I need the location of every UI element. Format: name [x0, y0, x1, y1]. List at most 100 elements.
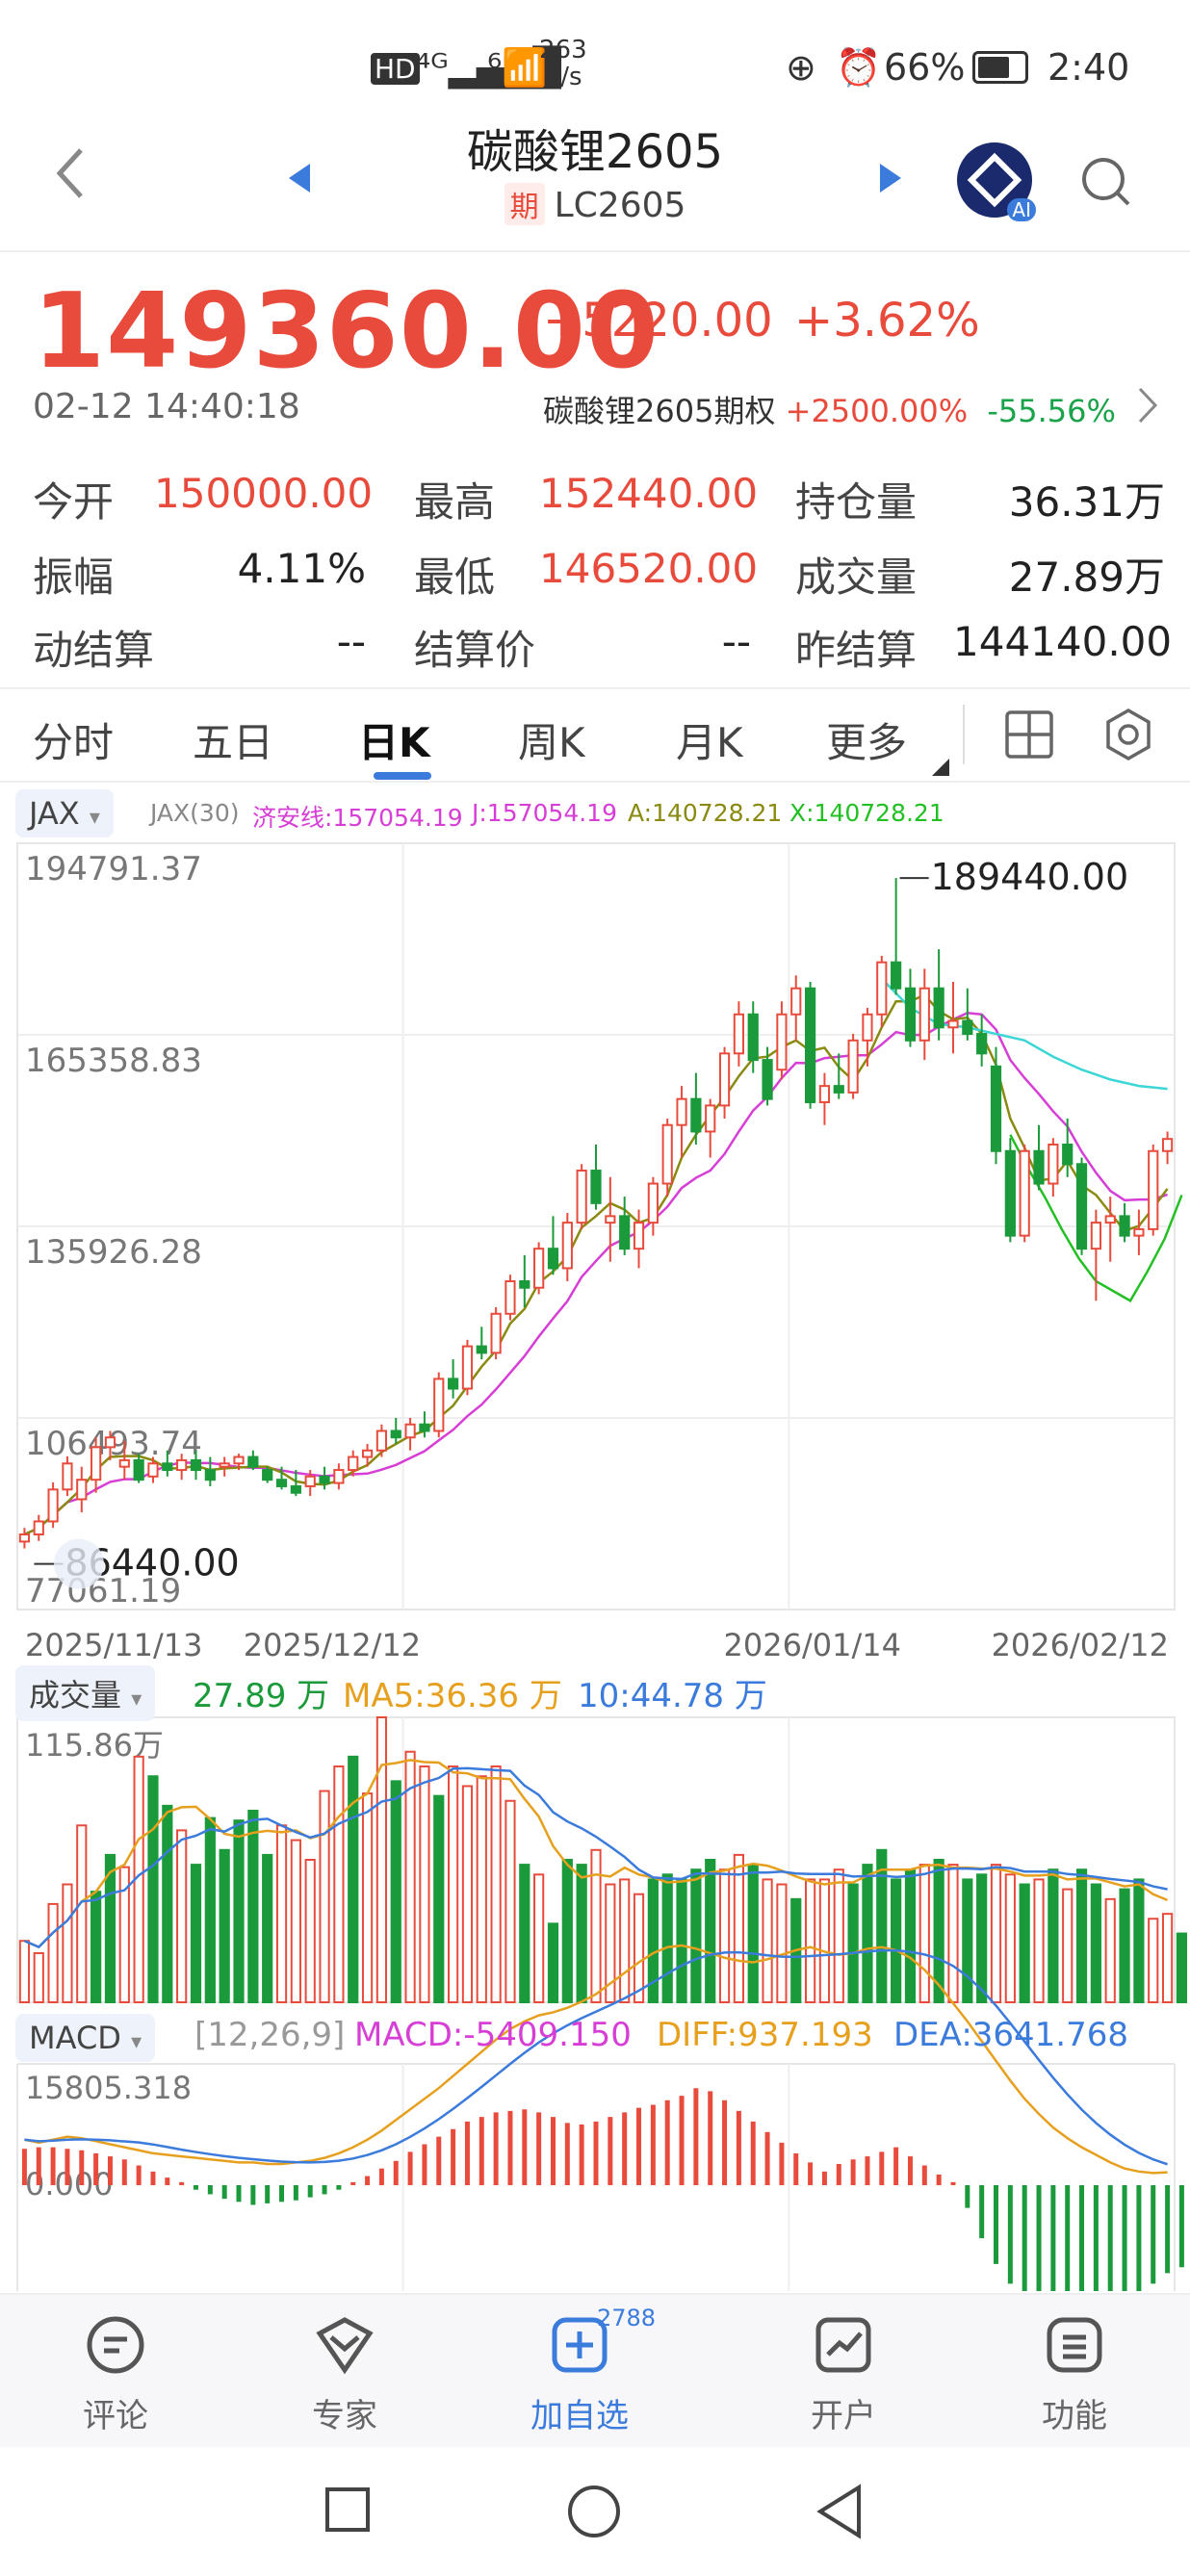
- indicator-selector-macd[interactable]: MACD ▾: [15, 2014, 156, 2062]
- tab-divider: [963, 705, 965, 764]
- tab-intraday[interactable]: 分时: [33, 710, 114, 769]
- candle-body: [18, 1533, 31, 1543]
- stat-label: 昨结算: [795, 627, 918, 674]
- candle-body: [390, 1430, 401, 1439]
- candle-body: [561, 1222, 573, 1270]
- diff-value: DIFF:937.193: [657, 2016, 873, 2054]
- candle-body: [375, 1430, 388, 1452]
- candle-body: [705, 1104, 716, 1133]
- candle-body: [1048, 1143, 1059, 1185]
- option-change: +2500.00%: [785, 393, 969, 429]
- volume-bar: [1090, 1883, 1101, 2003]
- volume-bar: [461, 1785, 474, 2004]
- candle-body: [490, 1312, 502, 1354]
- period-tabs: 分时 五日 日K 周K 月K 更多: [0, 687, 1190, 783]
- candle-body: [1090, 1222, 1101, 1250]
- max-price-label: 189440.00: [931, 856, 1129, 898]
- candle-body: [233, 1455, 245, 1465]
- candle-body: [733, 1013, 744, 1055]
- y-tick-label: 135926.28: [25, 1233, 202, 1272]
- candle-body: [1161, 1138, 1174, 1152]
- x-tick-label: 2026/01/14: [724, 1627, 901, 1663]
- volume-bar: [904, 1868, 917, 2004]
- back-icon[interactable]: [815, 2484, 865, 2539]
- candle-body: [605, 1215, 616, 1224]
- macd-value: MACD:-5409.150: [354, 2016, 632, 2054]
- option-link[interactable]: 碳酸锂2605期权 +2500.00% -55.56%: [543, 387, 1116, 431]
- macd-ymax-label: 15805.318: [25, 2070, 192, 2106]
- open-account-button[interactable]: 开户: [776, 2310, 911, 2436]
- volume-bar: [1104, 1897, 1116, 2004]
- volume-ma10: 10:44.78 万: [578, 1677, 767, 1715]
- expert-button[interactable]: 专家: [277, 2310, 412, 2436]
- tab-monthly-k[interactable]: 月K: [676, 710, 743, 769]
- contract-code: LC2605: [554, 186, 686, 225]
- candle-body: [361, 1449, 374, 1458]
- candle-body: [718, 1052, 731, 1107]
- x-tick-label: 2025/11/13: [25, 1627, 202, 1663]
- volume-bar: [304, 1859, 316, 2003]
- search-icon[interactable]: [1078, 154, 1132, 212]
- volume-bar: [1048, 1868, 1059, 2004]
- volume-bar: [448, 1765, 459, 2003]
- stat-value: --: [721, 618, 751, 665]
- stat-label: 振幅: [33, 554, 115, 601]
- open-account-label: 开户: [811, 2397, 876, 2435]
- candle-body: [219, 1462, 230, 1468]
- candle-body: [776, 1013, 788, 1071]
- indicator-selector-label: JAX: [29, 795, 80, 832]
- candle-body: [448, 1378, 459, 1390]
- volume-bar: [690, 1868, 702, 2004]
- candle-body: [818, 1085, 831, 1104]
- settings-gear-icon[interactable]: [1101, 707, 1155, 762]
- candle-body: [476, 1345, 487, 1354]
- stat-value: 146520.00: [539, 545, 759, 592]
- candle-body: [519, 1279, 530, 1289]
- stat-value: 4.11%: [237, 545, 366, 592]
- volume-bar: [876, 1848, 888, 2003]
- layout-grid-icon[interactable]: [1003, 708, 1055, 760]
- volume-bar: [847, 1883, 859, 2003]
- stat-value: 27.89万: [1008, 554, 1165, 601]
- candle-body: [547, 1248, 559, 1270]
- ai-assistant-button[interactable]: AI: [957, 142, 1036, 221]
- net-speed: 263 K/s: [539, 37, 587, 90]
- battery-percent: 66%: [884, 46, 966, 89]
- volume-bar: [262, 1853, 273, 2004]
- candle-body: [990, 1065, 1002, 1152]
- add-watchlist-button[interactable]: 2788 加自选: [512, 2305, 656, 2436]
- volume-bar: [990, 1864, 1002, 2003]
- tab-five-day[interactable]: 五日: [193, 710, 273, 769]
- volume-bar: [348, 1755, 359, 2003]
- volume-bar: [1004, 1873, 1016, 2003]
- candle-body: [62, 1462, 73, 1491]
- stat-label: 最低: [414, 554, 496, 601]
- recent-apps-icon[interactable]: [323, 2486, 372, 2534]
- option-percent: -55.56%: [987, 393, 1116, 429]
- volume-bar: [804, 1878, 816, 2004]
- volume-bar: [962, 1878, 973, 2004]
- volume-bar: [1176, 1932, 1188, 2004]
- chevron-right-icon[interactable]: [1136, 385, 1159, 429]
- tab-more[interactable]: 更多: [826, 710, 907, 769]
- tab-daily-k[interactable]: 日K: [358, 710, 430, 769]
- indicator-selector-volume[interactable]: 成交量 ▾: [15, 1665, 156, 1721]
- home-icon[interactable]: [566, 2484, 622, 2539]
- comment-button[interactable]: 评论: [48, 2310, 183, 2436]
- price-change: +5220.00: [543, 294, 773, 348]
- next-contract-icon[interactable]: [878, 162, 903, 198]
- chart-area[interactable]: 194791.37165358.83135926.28106493.747706…: [0, 828, 1190, 2291]
- volume-bar: [504, 1799, 516, 2003]
- function-button[interactable]: 功能: [1007, 2310, 1142, 2436]
- stat-label: 持仓量: [795, 478, 918, 526]
- tab-weekly-k[interactable]: 周K: [518, 710, 585, 769]
- comment-label: 评论: [83, 2397, 148, 2435]
- candle-body: [190, 1458, 202, 1472]
- candle-body: [661, 1123, 673, 1185]
- stat-value: --: [336, 618, 366, 665]
- stat-label: 今开: [33, 478, 115, 526]
- comment-icon: [87, 2316, 144, 2374]
- candle-body: [404, 1423, 416, 1439]
- volume-bar: [18, 1940, 31, 2004]
- ai-badge: AI: [1007, 198, 1036, 221]
